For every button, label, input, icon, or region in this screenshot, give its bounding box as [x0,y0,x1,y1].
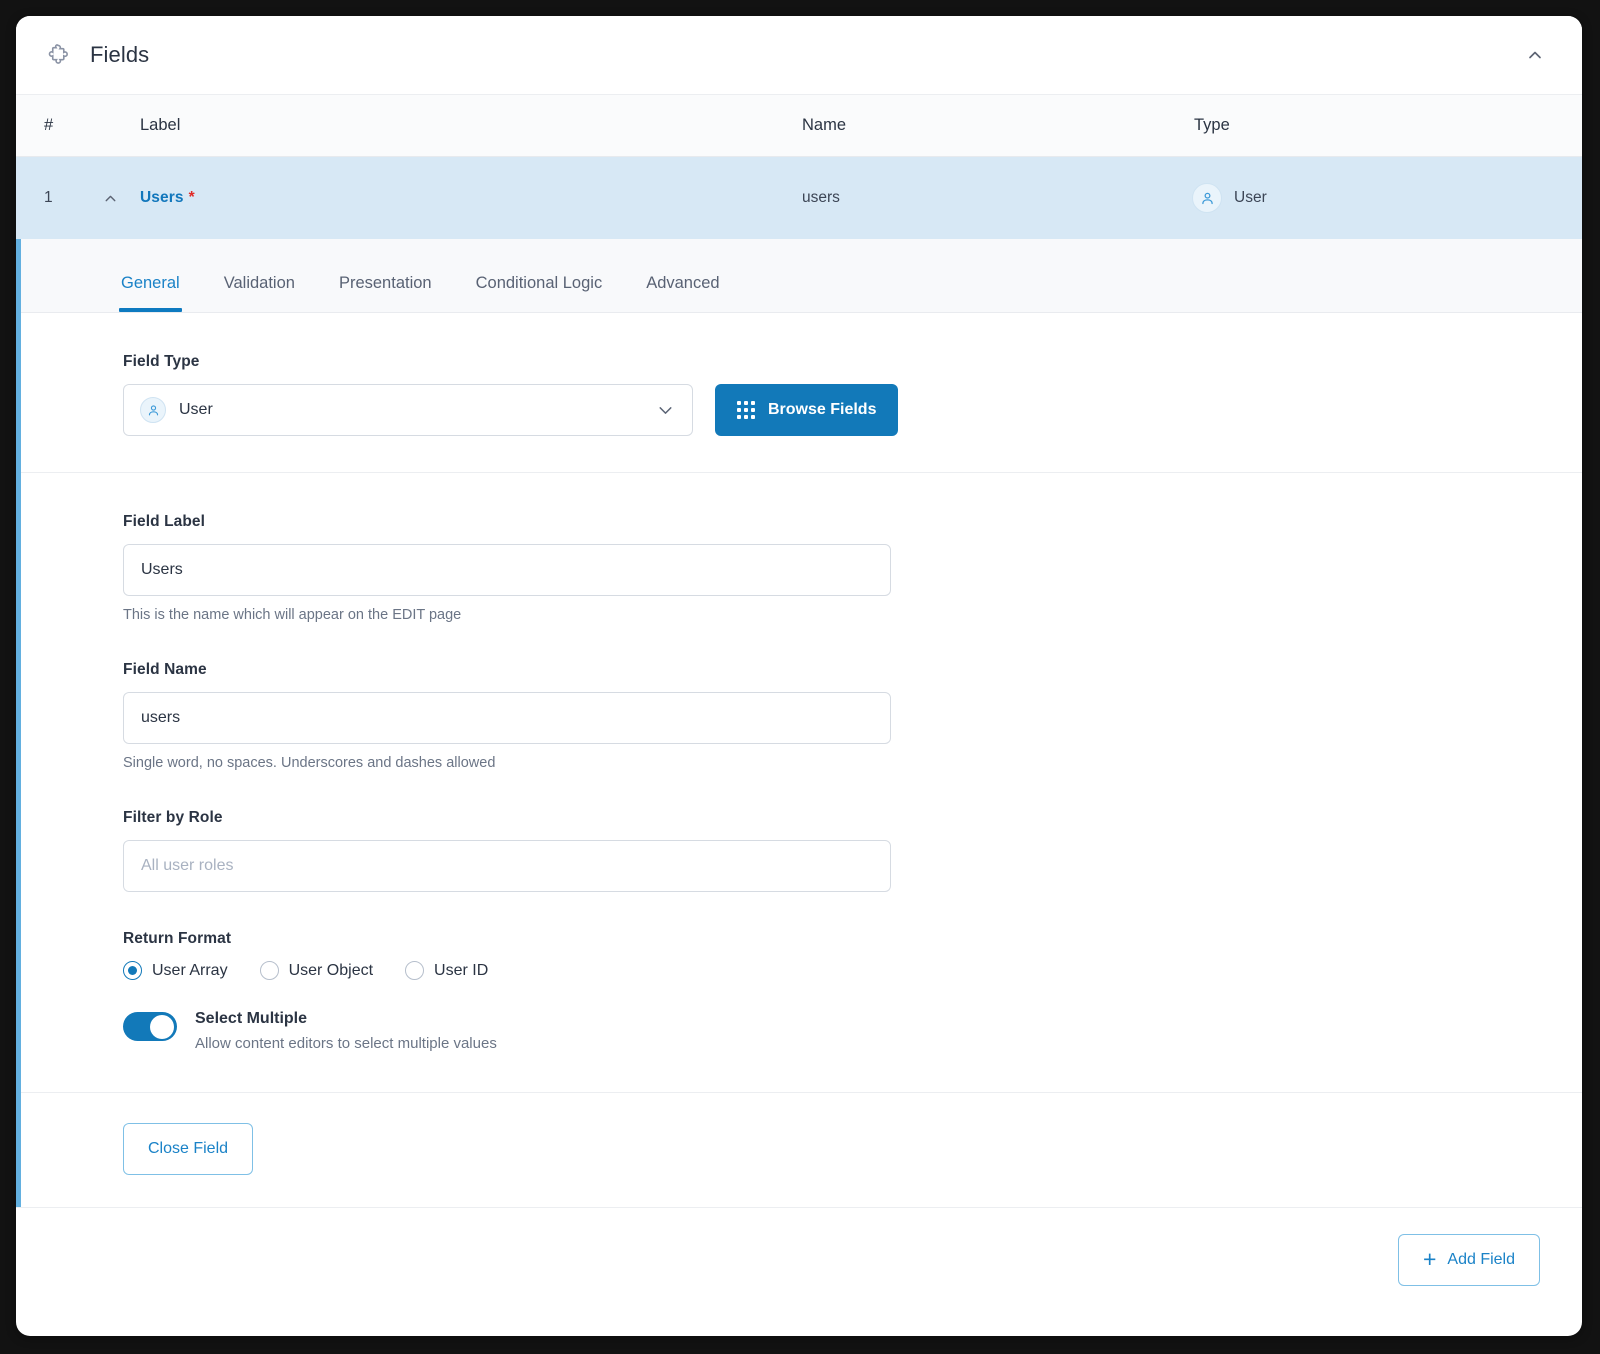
general-settings-section: Field Label This is the name which will … [21,473,1582,1093]
settings-tabs: General Validation Presentation Conditio… [21,239,1582,313]
radio-label: User Object [289,962,373,980]
column-header-name: Name [802,116,1192,135]
chevron-down-icon [655,400,676,421]
card-footer: + Add Field [16,1207,1582,1311]
browse-fields-label: Browse Fields [768,401,876,419]
field-label-hint: This is the name which will appear on th… [123,607,1582,623]
field-settings-panel: General Validation Presentation Conditio… [16,239,1582,1207]
browse-fields-button[interactable]: Browse Fields [715,384,898,436]
row-name-value: users [802,189,1192,207]
panel-actions: Close Field [21,1093,1582,1207]
required-marker: * [189,189,195,206]
column-header-label: Label [102,116,802,135]
page-background: Fields # Label Name Type 1 Users * [0,0,1600,1354]
tab-validation[interactable]: Validation [224,274,295,312]
add-field-label: Add Field [1447,1251,1515,1269]
field-type-section: Field Type User [21,313,1582,473]
field-type-select[interactable]: User [123,384,693,436]
plus-icon: + [1423,1248,1436,1271]
chevron-up-icon[interactable] [1518,38,1552,72]
radio-user-id[interactable]: User ID [405,961,488,980]
close-field-button[interactable]: Close Field [123,1123,253,1175]
row-collapse-chevron-up-icon[interactable] [102,190,140,207]
radio-user-array[interactable]: User Array [123,961,228,980]
grid-dots-icon [737,401,755,419]
field-name-label: Field Name [123,661,1582,679]
filter-by-role-label: Filter by Role [123,809,1582,827]
radio-indicator [260,961,279,980]
row-type-cell: User [1192,183,1582,213]
card-header: Fields [16,16,1582,95]
tab-conditional-logic[interactable]: Conditional Logic [476,274,603,312]
column-header-number: # [16,116,102,135]
tab-presentation[interactable]: Presentation [339,274,432,312]
row-number: 1 [16,189,102,207]
return-format-label: Return Format [123,930,1582,948]
field-type-value: User [179,401,213,419]
column-header-type: Type [1192,116,1582,135]
field-name-input[interactable] [123,692,891,744]
field-type-label: Field Type [123,353,1582,371]
toggle-knob [150,1015,174,1039]
radio-indicator [123,961,142,980]
select-multiple-toggle[interactable] [123,1012,177,1041]
row-type-text: User [1234,189,1267,207]
filter-by-role-input[interactable] [123,840,891,892]
tab-advanced[interactable]: Advanced [646,274,719,312]
user-icon [140,397,166,423]
radio-user-object[interactable]: User Object [260,961,373,980]
close-field-label: Close Field [148,1140,228,1158]
select-multiple-description: Allow content editors to select multiple… [195,1035,497,1052]
field-label-label: Field Label [123,513,1582,531]
select-multiple-title: Select Multiple [195,1010,497,1028]
field-label-input[interactable] [123,544,891,596]
page-title: Fields [90,42,149,68]
user-icon [1192,183,1222,213]
puzzle-icon [46,41,74,69]
select-multiple-row: Select Multiple Allow content editors to… [123,1010,1582,1052]
fields-table-header: # Label Name Type [16,95,1582,157]
tab-general[interactable]: General [121,274,180,312]
row-label-text: Users [140,189,184,206]
table-row[interactable]: 1 Users * users User [16,157,1582,239]
field-name-hint: Single word, no spaces. Underscores and … [123,755,1582,771]
radio-label: User ID [434,962,488,980]
radio-indicator [405,961,424,980]
row-label-link[interactable]: Users * [140,189,802,207]
fields-card: Fields # Label Name Type 1 Users * [16,16,1582,1336]
add-field-button[interactable]: + Add Field [1398,1234,1540,1286]
radio-label: User Array [152,962,228,980]
return-format-radio-group: User Array User Object User ID [123,961,1582,980]
